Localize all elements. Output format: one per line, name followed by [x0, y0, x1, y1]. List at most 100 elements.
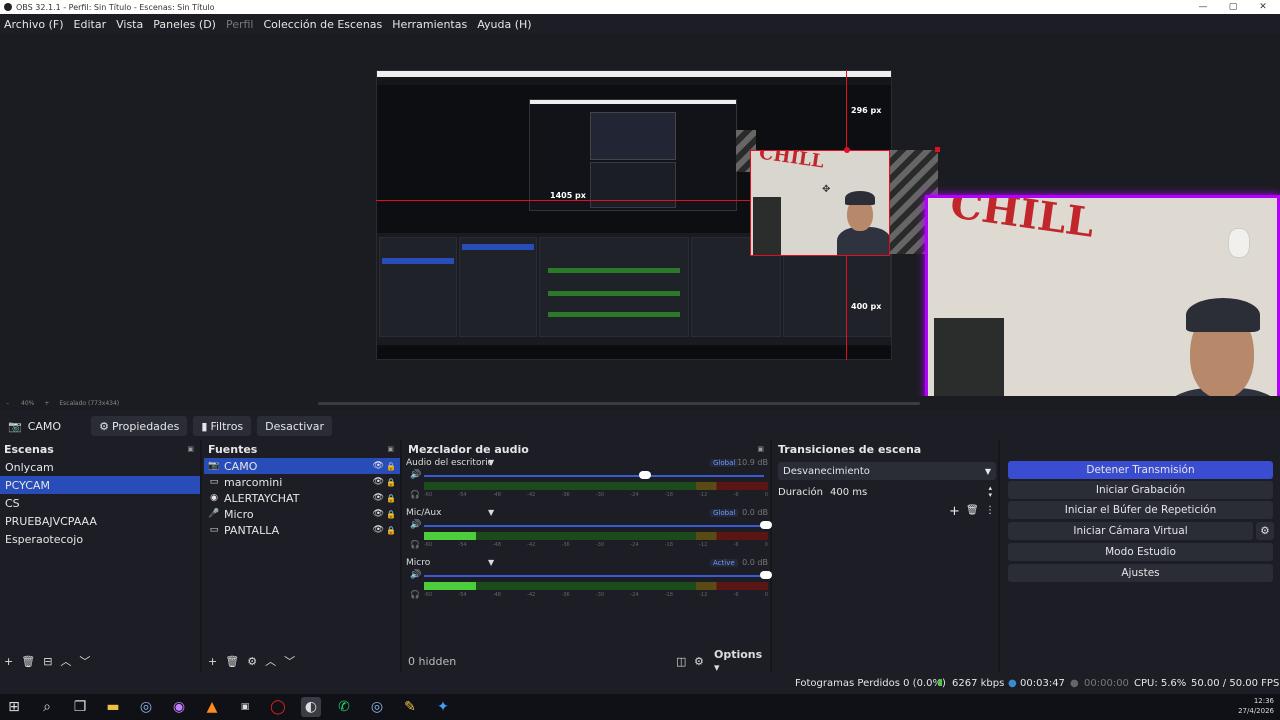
stepper-icon[interactable]: ▴ ▾ — [988, 485, 992, 499]
source-item-marcomini[interactable]: ▭ marcomini 👁 🔒 — [204, 474, 400, 490]
duration-input[interactable]: 400 ms ▴ ▾ — [826, 484, 996, 500]
transition-menu-icon[interactable]: ⋮ — [985, 505, 995, 516]
preview-area[interactable]: 296 px 1405 px 400 px CHILL ✥ CHILL — [0, 34, 1280, 396]
monitor-icon[interactable]: 🎧 — [410, 590, 420, 599]
resize-handle-top[interactable] — [844, 147, 850, 153]
add-scene-icon[interactable]: + — [4, 655, 13, 668]
steam-icon[interactable]: ◎ — [136, 697, 156, 717]
remove-scene-icon[interactable]: 🗑 — [21, 655, 35, 668]
start-replay-buffer-button[interactable]: Iniciar el Búfer de Repetición — [1008, 501, 1273, 519]
source-item-alertaychat[interactable]: ◉ ALERTAYCHAT 👁 🔒 — [204, 490, 400, 506]
source-item-camo[interactable]: 📷 CAMO 👁 🔒 — [204, 458, 400, 474]
move-up-icon[interactable]: ︿ — [265, 653, 276, 669]
source-item-pantalla[interactable]: ▭ PANTALLA 👁 🔒 — [204, 522, 400, 538]
brave-icon[interactable]: ▲ — [202, 697, 222, 717]
chevron-down-icon[interactable]: ▼ — [488, 558, 494, 567]
move-down-icon[interactable]: ﹀ — [79, 653, 90, 669]
lock-icon[interactable]: 🔒 — [386, 462, 396, 471]
menu-coleccion[interactable]: Colección de Escenas — [264, 18, 383, 31]
speaker-icon[interactable]: 🔊 — [410, 470, 421, 480]
move-down-icon[interactable]: ﹀ — [284, 653, 295, 669]
volume-knob[interactable] — [760, 521, 772, 529]
lock-icon[interactable]: 🔒 — [386, 526, 396, 535]
scale-label[interactable]: Escalado (773x434) — [59, 400, 119, 407]
zoom-level[interactable]: 40% — [21, 400, 34, 407]
menu-ayuda[interactable]: Ayuda (H) — [477, 18, 531, 31]
dock-float-icon[interactable]: ▣ — [757, 445, 764, 453]
scene-item-esperaotecojo[interactable]: Esperaotecojo — [0, 530, 200, 548]
scene-item-cs[interactable]: CS — [0, 494, 200, 512]
stop-stream-button[interactable]: Detener Transmisión — [1008, 461, 1273, 479]
volume-slider[interactable] — [424, 575, 764, 577]
deactivate-button[interactable]: Desactivar — [257, 416, 333, 436]
dock-float-icon[interactable]: ▣ — [387, 445, 394, 453]
steam-icon-2[interactable]: ◎ — [367, 697, 387, 717]
move-up-icon[interactable]: ︿ — [60, 653, 71, 669]
menu-vista[interactable]: Vista — [116, 18, 143, 31]
preview-scrollbar[interactable] — [318, 402, 920, 405]
minimize-icon[interactable]: — — [1188, 0, 1218, 14]
eye-icon[interactable]: 👁 — [373, 477, 384, 487]
lock-icon[interactable]: 🔒 — [386, 510, 396, 519]
system-clock[interactable]: 12:36 27/4/2026 — [1238, 696, 1274, 716]
volume-knob[interactable] — [760, 571, 772, 579]
eye-icon[interactable]: 👁 — [373, 461, 384, 471]
menu-perfil[interactable]: Perfil — [226, 18, 254, 31]
remove-source-icon[interactable]: 🗑 — [225, 655, 239, 668]
source-properties-icon[interactable]: ⚙ — [247, 655, 257, 668]
eye-icon[interactable]: 👁 — [373, 493, 384, 503]
opera-gx-icon[interactable]: ◯ — [268, 697, 288, 717]
volume-slider[interactable] — [424, 525, 764, 527]
obs-icon[interactable]: ◐ — [301, 697, 321, 717]
discord-icon[interactable]: ◉ — [169, 697, 189, 717]
menu-editar[interactable]: Editar — [74, 18, 107, 31]
camo-source-selected[interactable]: CHILL — [750, 150, 890, 256]
transition-select[interactable]: Desvanecimiento ▼ — [778, 462, 996, 480]
speaker-icon[interactable]: 🔊 — [410, 520, 421, 530]
camo-webcam-large[interactable]: CHILL — [925, 195, 1280, 396]
file-explorer-icon[interactable]: ▬ — [103, 697, 123, 717]
app-icon[interactable]: ▣ — [235, 697, 255, 717]
chevron-down-icon[interactable]: ▼ — [488, 458, 494, 467]
volume-knob[interactable] — [639, 471, 651, 479]
lock-icon[interactable]: 🔒 — [386, 478, 396, 487]
scene-item-onlycam[interactable]: Onlycam — [0, 458, 200, 476]
close-icon[interactable]: ✕ — [1248, 0, 1278, 14]
eye-icon[interactable]: 👁 — [373, 509, 384, 519]
settings-button[interactable]: Ajustes — [1008, 564, 1273, 582]
search-icon[interactable]: ⌕ — [37, 697, 57, 717]
whatsapp-icon[interactable]: ✆ — [334, 697, 354, 717]
copilot-icon[interactable]: ✦ — [433, 697, 453, 717]
resize-handle-tr[interactable] — [935, 147, 940, 152]
volume-slider[interactable] — [424, 475, 764, 477]
menu-paneles[interactable]: Paneles (D) — [153, 18, 216, 31]
eye-icon[interactable]: 👁 — [373, 525, 384, 535]
virtualcam-settings-icon[interactable]: ⚙ — [1256, 522, 1274, 540]
menu-herramientas[interactable]: Herramientas — [392, 18, 467, 31]
add-source-icon[interactable]: + — [208, 655, 217, 668]
windows-start-icon[interactable]: ⊞ — [4, 697, 24, 717]
monitor-icon[interactable]: 🎧 — [410, 540, 420, 549]
notes-icon[interactable]: ✎ — [400, 697, 420, 717]
scene-filters-icon[interactable]: ⊟ — [43, 655, 52, 668]
remove-transition-icon[interactable]: 🗑 — [966, 505, 979, 516]
add-transition-icon[interactable]: + — [949, 504, 960, 519]
lock-icon[interactable]: 🔒 — [386, 494, 396, 503]
source-item-micro[interactable]: 🎤 Micro 👁 🔒 — [204, 506, 400, 522]
mixer-options-button[interactable]: Options ▾ — [714, 648, 770, 674]
scene-item-pcycam[interactable]: PCYCAM — [0, 476, 200, 494]
chevron-down-icon[interactable]: ▼ — [488, 508, 494, 517]
scene-item-pruebajvcpaaa[interactable]: PRUEBAJVCPAAA — [0, 512, 200, 530]
dock-float-icon[interactable]: ▣ — [187, 445, 194, 453]
task-view-icon[interactable]: ❐ — [70, 697, 90, 717]
start-recording-button[interactable]: Iniciar Grabación — [1008, 481, 1273, 499]
mixer-settings-icon[interactable]: ⚙ — [694, 655, 704, 668]
menu-archivo[interactable]: Archivo (F) — [4, 18, 64, 31]
monitor-icon[interactable]: 🎧 — [410, 490, 420, 499]
studio-mode-button[interactable]: Modo Estudio — [1008, 543, 1273, 561]
filters-button[interactable]: ▮ Filtros — [193, 416, 252, 436]
properties-button[interactable]: ⚙ Propiedades — [91, 416, 188, 436]
maximize-icon[interactable]: ▢ — [1218, 0, 1248, 14]
layout-icon[interactable]: ◫ — [676, 655, 686, 668]
start-virtual-camera-button[interactable]: Iniciar Cámara Virtual — [1008, 522, 1253, 540]
